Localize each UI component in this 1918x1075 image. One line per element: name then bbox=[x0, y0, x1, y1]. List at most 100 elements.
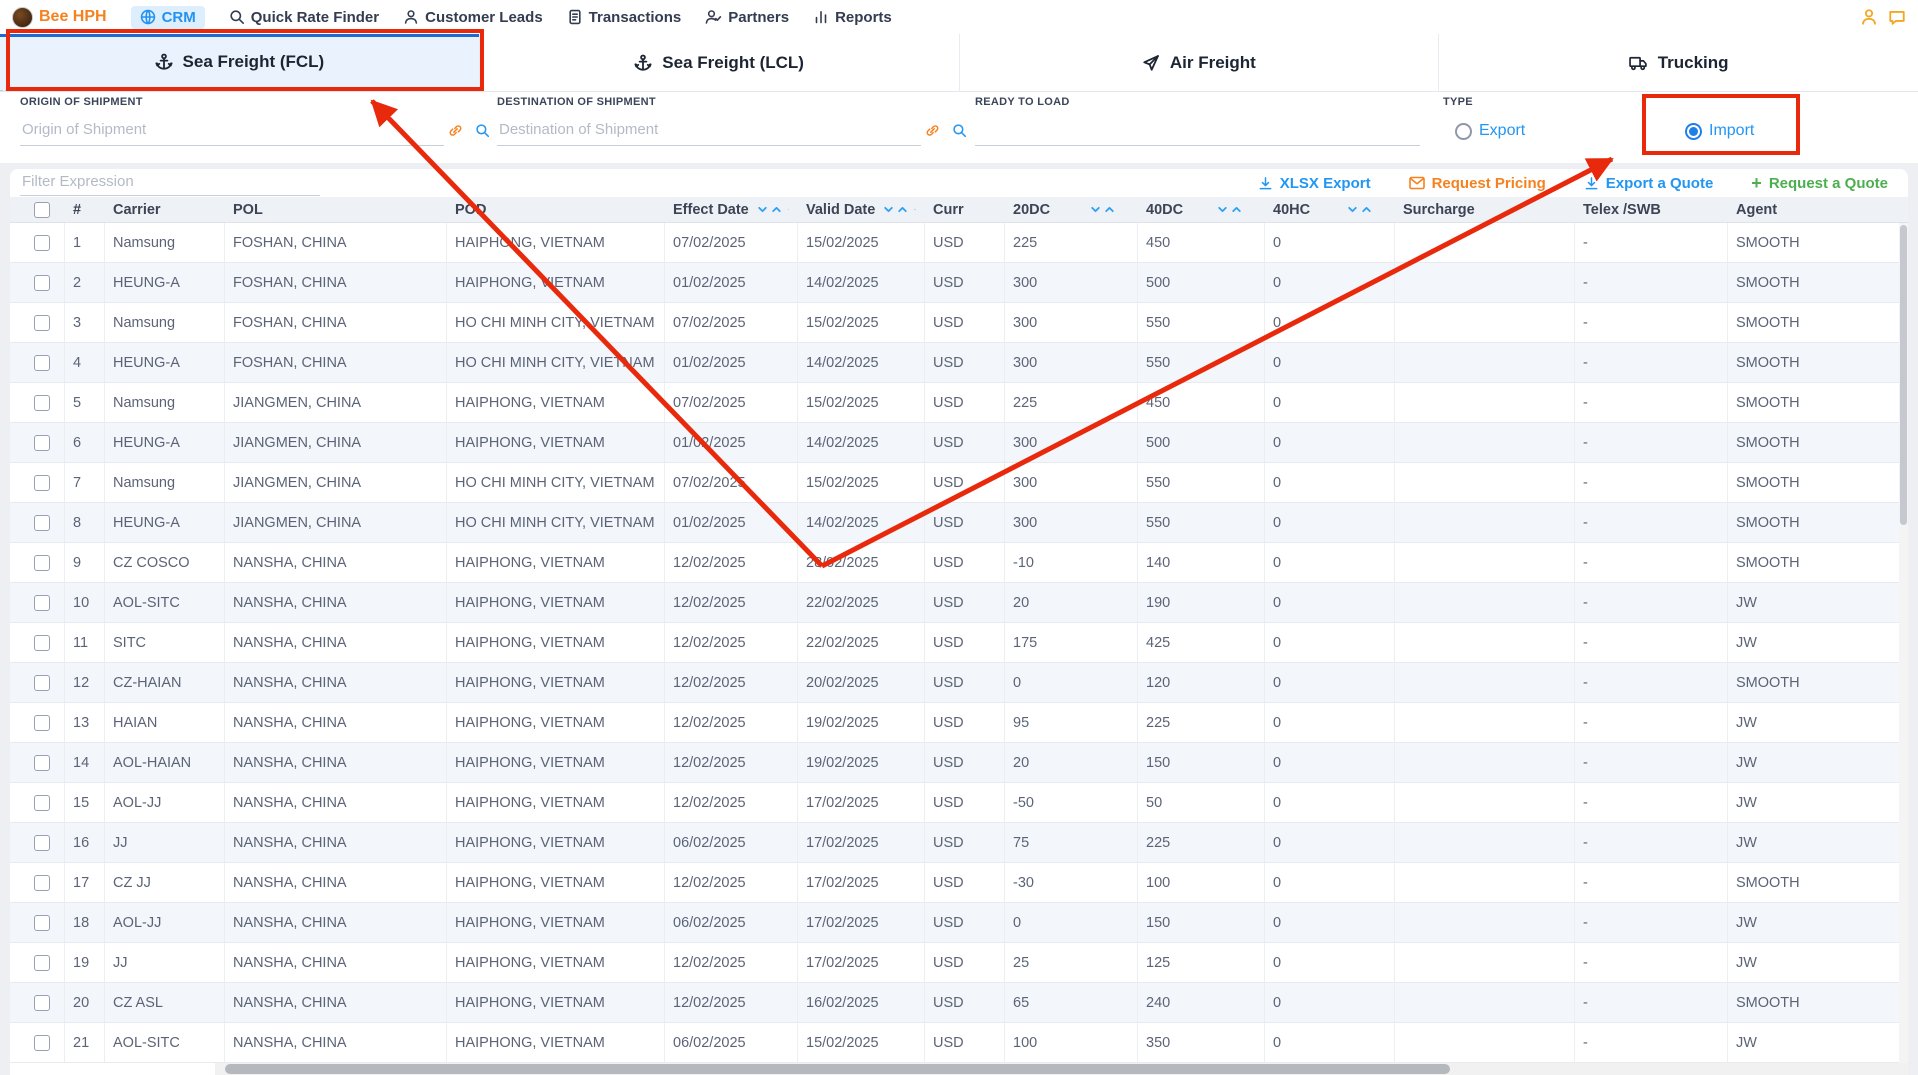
chat-icon[interactable] bbox=[1888, 8, 1906, 26]
row-checkbox[interactable] bbox=[34, 595, 50, 611]
horizontal-scrollbar[interactable] bbox=[215, 1063, 1908, 1075]
request-quote-button[interactable]: + Request a Quote bbox=[1751, 174, 1888, 192]
anchor-icon bbox=[155, 53, 173, 71]
cell-40hc: 0 bbox=[1265, 543, 1395, 582]
tab-sea-freight-fcl[interactable]: Sea Freight (FCL) bbox=[0, 34, 479, 91]
table-row[interactable]: 20CZ ASLNANSHA, CHINAHAIPHONG, VIETNAM12… bbox=[10, 983, 1908, 1023]
cell-40dc: 550 bbox=[1138, 463, 1265, 502]
row-checkbox[interactable] bbox=[34, 435, 50, 451]
nav-item-partners[interactable]: Partners bbox=[705, 9, 789, 26]
row-checkbox[interactable] bbox=[34, 875, 50, 891]
row-checkbox[interactable] bbox=[34, 1035, 50, 1051]
tab-trucking[interactable]: Trucking bbox=[1438, 34, 1918, 91]
row-checkbox[interactable] bbox=[34, 355, 50, 371]
table-row[interactable]: 7NamsungJIANGMEN, CHINAHO CHI MINH CITY,… bbox=[10, 463, 1908, 503]
vertical-scrollbar[interactable] bbox=[1899, 223, 1908, 1063]
sort-ascending-icon[interactable] bbox=[897, 204, 908, 215]
row-checkbox[interactable] bbox=[34, 755, 50, 771]
sort-ascending-icon[interactable] bbox=[1231, 204, 1242, 215]
column-header-valid-date: Valid Date bbox=[798, 197, 925, 222]
row-checkbox[interactable] bbox=[34, 475, 50, 491]
origin-input[interactable] bbox=[20, 117, 444, 146]
row-checkbox[interactable] bbox=[34, 555, 50, 571]
column-header-label: Effect Date bbox=[673, 202, 749, 218]
sort-descending-icon[interactable] bbox=[1090, 204, 1101, 215]
row-checkbox[interactable] bbox=[34, 315, 50, 331]
vertical-scrollbar-thumb[interactable] bbox=[1900, 225, 1907, 525]
nav-item-transactions[interactable]: Transactions bbox=[567, 9, 682, 26]
table-row[interactable]: 16JJNANSHA, CHINAHAIPHONG, VIETNAM06/02/… bbox=[10, 823, 1908, 863]
table-row[interactable]: 2HEUNG-AFOSHAN, CHINAHAIPHONG, VIETNAM01… bbox=[10, 263, 1908, 303]
type-label: TYPE bbox=[1443, 96, 1863, 108]
table-row[interactable]: 6HEUNG-AJIANGMEN, CHINAHAIPHONG, VIETNAM… bbox=[10, 423, 1908, 463]
column-search-icon[interactable] bbox=[914, 203, 916, 216]
table-row[interactable]: 12CZ-HAIANNANSHA, CHINAHAIPHONG, VIETNAM… bbox=[10, 663, 1908, 703]
origin-search-icon[interactable] bbox=[475, 123, 490, 138]
column-search-icon[interactable] bbox=[788, 203, 789, 216]
xlsx-export-button[interactable]: XLSX Export bbox=[1258, 175, 1371, 192]
link-icon[interactable] bbox=[925, 123, 940, 138]
export-quote-button[interactable]: Export a Quote bbox=[1584, 175, 1714, 192]
sort-ascending-icon[interactable] bbox=[1361, 204, 1372, 215]
sort-descending-icon[interactable] bbox=[1217, 204, 1228, 215]
row-checkbox[interactable] bbox=[34, 515, 50, 531]
row-checkbox[interactable] bbox=[34, 275, 50, 291]
destination-input[interactable] bbox=[497, 117, 921, 146]
table-row[interactable]: 3NamsungFOSHAN, CHINAHO CHI MINH CITY, V… bbox=[10, 303, 1908, 343]
filter-expression-input[interactable] bbox=[20, 170, 320, 196]
sort-ascending-icon[interactable] bbox=[771, 204, 782, 215]
sort-descending-icon[interactable] bbox=[757, 204, 768, 215]
table-row[interactable]: 10AOL-SITCNANSHA, CHINAHAIPHONG, VIETNAM… bbox=[10, 583, 1908, 623]
table-row[interactable]: 5NamsungJIANGMEN, CHINAHAIPHONG, VIETNAM… bbox=[10, 383, 1908, 423]
nav-item-crm[interactable]: CRM bbox=[131, 6, 205, 29]
cell-pol: NANSHA, CHINA bbox=[225, 943, 447, 982]
table-row[interactable]: 9CZ COSCONANSHA, CHINAHAIPHONG, VIETNAM1… bbox=[10, 543, 1908, 583]
tab-air-freight[interactable]: Air Freight bbox=[959, 34, 1439, 91]
ready-to-load-input[interactable] bbox=[975, 117, 1420, 146]
nav-item-reports[interactable]: Reports bbox=[813, 9, 892, 26]
table-row[interactable]: 4HEUNG-AFOSHAN, CHINAHO CHI MINH CITY, V… bbox=[10, 343, 1908, 383]
row-checkbox[interactable] bbox=[34, 235, 50, 251]
nav-item-quick-rate-finder[interactable]: Quick Rate Finder bbox=[229, 9, 379, 26]
select-all-checkbox[interactable] bbox=[34, 202, 50, 218]
brand[interactable]: Bee HPH bbox=[12, 7, 107, 28]
row-checkbox[interactable] bbox=[34, 675, 50, 691]
row-checkbox[interactable] bbox=[34, 835, 50, 851]
table-row[interactable]: 11SITCNANSHA, CHINAHAIPHONG, VIETNAM12/0… bbox=[10, 623, 1908, 663]
nav-item-customer-leads[interactable]: Customer Leads bbox=[403, 9, 543, 26]
nav-item-label: Quick Rate Finder bbox=[251, 9, 379, 26]
user-icon[interactable] bbox=[1860, 8, 1878, 26]
table-row[interactable]: 1NamsungFOSHAN, CHINAHAIPHONG, VIETNAM07… bbox=[10, 223, 1908, 263]
link-icon[interactable] bbox=[448, 123, 463, 138]
sort-descending-icon[interactable] bbox=[1347, 204, 1358, 215]
horizontal-scrollbar-thumb[interactable] bbox=[225, 1064, 1450, 1074]
table-row[interactable]: 15AOL-JJNANSHA, CHINAHAIPHONG, VIETNAM12… bbox=[10, 783, 1908, 823]
table-row[interactable]: 14AOL-HAIANNANSHA, CHINAHAIPHONG, VIETNA… bbox=[10, 743, 1908, 783]
row-checkbox[interactable] bbox=[34, 395, 50, 411]
row-checkbox[interactable] bbox=[34, 915, 50, 931]
sort-ascending-icon[interactable] bbox=[1104, 204, 1115, 215]
table-row[interactable]: 13HAIANNANSHA, CHINAHAIPHONG, VIETNAM12/… bbox=[10, 703, 1908, 743]
table-row[interactable]: 17CZ JJNANSHA, CHINAHAIPHONG, VIETNAM12/… bbox=[10, 863, 1908, 903]
tab-sea-freight-lcl[interactable]: Sea Freight (LCL) bbox=[479, 34, 959, 91]
table-row[interactable]: 21AOL-SITCNANSHA, CHINAHAIPHONG, VIETNAM… bbox=[10, 1023, 1908, 1063]
request-pricing-button[interactable]: Request Pricing bbox=[1409, 175, 1546, 192]
row-checkbox[interactable] bbox=[34, 995, 50, 1011]
table-row[interactable]: 18AOL-JJNANSHA, CHINAHAIPHONG, VIETNAM06… bbox=[10, 903, 1908, 943]
cell-40dc: 550 bbox=[1138, 343, 1265, 382]
type-export-radio[interactable]: Export bbox=[1455, 122, 1525, 140]
row-checkbox-cell bbox=[20, 783, 65, 822]
table-row[interactable]: 19JJNANSHA, CHINAHAIPHONG, VIETNAM12/02/… bbox=[10, 943, 1908, 983]
cell-40hc: 0 bbox=[1265, 463, 1395, 502]
row-checkbox[interactable] bbox=[34, 635, 50, 651]
destination-search-icon[interactable] bbox=[952, 123, 967, 138]
cell-40hc: 0 bbox=[1265, 263, 1395, 302]
row-checkbox[interactable] bbox=[34, 955, 50, 971]
table-row[interactable]: 8HEUNG-AJIANGMEN, CHINAHO CHI MINH CITY,… bbox=[10, 503, 1908, 543]
row-checkbox[interactable] bbox=[34, 795, 50, 811]
cell-surcharge bbox=[1395, 983, 1575, 1022]
cell-pol: NANSHA, CHINA bbox=[225, 623, 447, 662]
type-import-radio[interactable]: Import bbox=[1685, 122, 1754, 140]
sort-descending-icon[interactable] bbox=[883, 204, 894, 215]
row-checkbox[interactable] bbox=[34, 715, 50, 731]
